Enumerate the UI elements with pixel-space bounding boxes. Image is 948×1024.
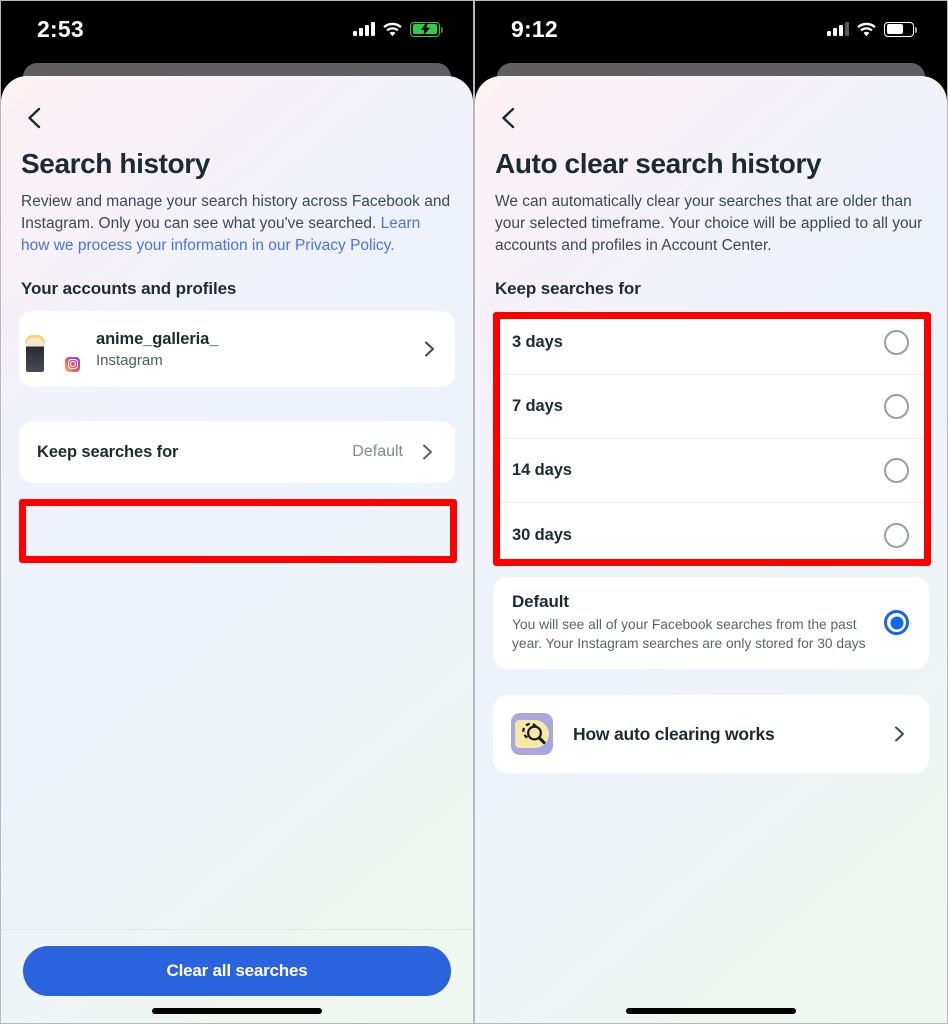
side-by-side-screenshots: 2:53 Search history Review and manage yo…	[0, 0, 948, 1024]
option-label: 30 days	[512, 525, 572, 544]
default-option-title: Default	[512, 592, 569, 611]
how-auto-clearing-works-row[interactable]: How auto clearing works	[493, 695, 929, 773]
status-bar-left: 2:53	[1, 1, 473, 57]
keep-searches-for-label: Keep searches for	[37, 442, 179, 461]
radio-button-default-selected[interactable]	[884, 610, 909, 635]
page-title: Auto clear search history	[495, 148, 822, 179]
option-row-30-days[interactable]: 30 days	[493, 503, 929, 567]
chevron-right-icon	[419, 339, 439, 359]
option-label: 3 days	[512, 333, 563, 351]
avatar	[25, 327, 82, 374]
default-option-text: Default You will see all of your Faceboo…	[512, 592, 884, 653]
status-time: 9:12	[511, 15, 558, 42]
left-phone-screen: 2:53 Search history Review and manage yo…	[0, 0, 474, 1024]
accounts-card: anime_galleria_ Instagram	[19, 311, 455, 387]
how-auto-clearing-works-label: How auto clearing works	[573, 723, 775, 744]
radio-button-7-days[interactable]	[884, 394, 909, 419]
back-button-left[interactable]	[19, 90, 455, 146]
page-description: We can automatically clear your searches…	[495, 193, 923, 254]
section-label-accounts: Your accounts and profiles	[21, 279, 237, 298]
clear-all-searches-button[interactable]: Clear all searches	[23, 946, 451, 996]
default-option-description: You will see all of your Facebook search…	[512, 617, 866, 651]
status-bar-right: 9:12	[475, 1, 947, 57]
battery-charging-icon	[410, 21, 443, 37]
back-button-right[interactable]	[493, 90, 929, 146]
radio-button-30-days[interactable]	[884, 522, 909, 548]
signal-bars-icon	[827, 22, 849, 36]
how-auto-clearing-card: How auto clearing works	[493, 695, 929, 773]
account-name: anime_galleria_	[96, 329, 219, 348]
default-option-card: Default You will see all of your Faceboo…	[493, 577, 929, 669]
chevron-left-icon	[22, 105, 48, 131]
account-row-instagram[interactable]: anime_galleria_ Instagram	[19, 311, 455, 387]
chevron-left-icon	[496, 105, 522, 131]
section-label-keep-searches: Keep searches for	[495, 279, 641, 298]
home-indicator	[626, 1008, 796, 1014]
option-label: 14 days	[512, 461, 572, 479]
instagram-badge-icon	[63, 354, 82, 374]
wifi-icon	[383, 22, 402, 37]
option-row-default[interactable]: Default You will see all of your Faceboo…	[493, 577, 929, 669]
right-phone-screen: 9:12 Auto clear search history We can au…	[474, 0, 948, 1024]
option-row-3-days[interactable]: 3 days	[493, 311, 929, 375]
charging-bolt-icon	[411, 22, 439, 36]
magnifier-auto-clear-icon	[511, 713, 553, 755]
chevron-right-icon	[889, 724, 909, 744]
option-row-7-days[interactable]: 7 days	[493, 375, 929, 439]
signal-bars-icon	[353, 22, 375, 36]
option-label: 7 days	[512, 397, 563, 415]
status-icons	[353, 21, 443, 37]
status-icons	[827, 21, 917, 37]
keep-searches-card: Keep searches for Default	[19, 421, 455, 483]
page-title: Search history	[21, 148, 210, 179]
option-row-14-days[interactable]: 14 days	[493, 439, 929, 503]
account-text: anime_galleria_ Instagram	[96, 330, 419, 369]
sheet-right: Auto clear search history We can automat…	[475, 76, 947, 1023]
wifi-icon	[857, 22, 876, 37]
status-time: 2:53	[37, 15, 84, 42]
scroll-area-right[interactable]: Auto clear search history We can automat…	[475, 76, 947, 1023]
battery-fill	[886, 24, 903, 34]
radio-button-3-days[interactable]	[884, 330, 909, 355]
keep-searches-for-value: Default	[352, 443, 403, 460]
chevron-right-icon	[417, 442, 437, 462]
keep-searches-for-row[interactable]: Keep searches for Default	[19, 421, 455, 483]
scroll-area-left[interactable]: Search history Review and manage your se…	[1, 76, 473, 1023]
page-description: Review and manage your search history ac…	[19, 191, 455, 257]
account-platform: Instagram	[96, 351, 163, 369]
timeframe-options-card: 3 days 7 days 14 days 30 days	[493, 311, 929, 567]
sheet-left: Search history Review and manage your se…	[1, 76, 473, 1023]
home-indicator	[152, 1008, 322, 1014]
radio-button-14-days[interactable]	[884, 458, 909, 483]
battery-icon	[884, 21, 917, 37]
